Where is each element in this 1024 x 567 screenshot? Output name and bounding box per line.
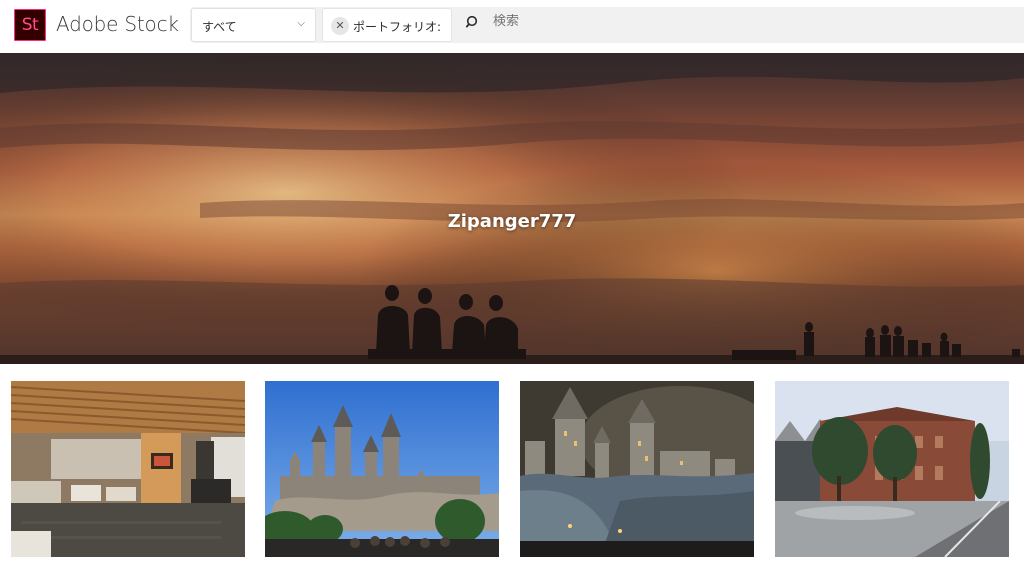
lounge-photo [11, 381, 245, 557]
logo-text: St [21, 14, 39, 35]
brand-name[interactable]: Adobe Stock [56, 12, 179, 36]
thumbnail-castle-night[interactable] [520, 381, 754, 557]
top-header: St Adobe Stock すべて ⌵ ✕ ポートフォリオ: [0, 0, 1024, 52]
filter-chip-label: ポートフォリオ: [353, 20, 442, 34]
search-input[interactable] [493, 14, 993, 29]
castle-night-photo [520, 381, 754, 557]
thumbnail-castle-day[interactable] [265, 381, 499, 557]
portfolio-hero-banner: Zipanger777 [0, 53, 1024, 364]
thumbnail-lounge-interior[interactable] [11, 381, 245, 557]
brick-building-photo [775, 381, 1009, 557]
adobe-stock-logo[interactable]: St [14, 9, 46, 41]
scope-select-value: すべて [202, 20, 237, 34]
contributor-name: Zipanger777 [447, 211, 577, 232]
chevron-down-icon: ⌵ [297, 18, 305, 29]
thumbnail-brick-building[interactable] [775, 381, 1009, 557]
portfolio-filter-chip[interactable]: ✕ ポートフォリオ: [322, 8, 452, 42]
search-scope-select[interactable]: すべて ⌵ [191, 8, 316, 42]
castle-day-photo [265, 381, 499, 557]
search-icon[interactable] [466, 15, 480, 29]
remove-filter-icon[interactable]: ✕ [331, 17, 349, 35]
